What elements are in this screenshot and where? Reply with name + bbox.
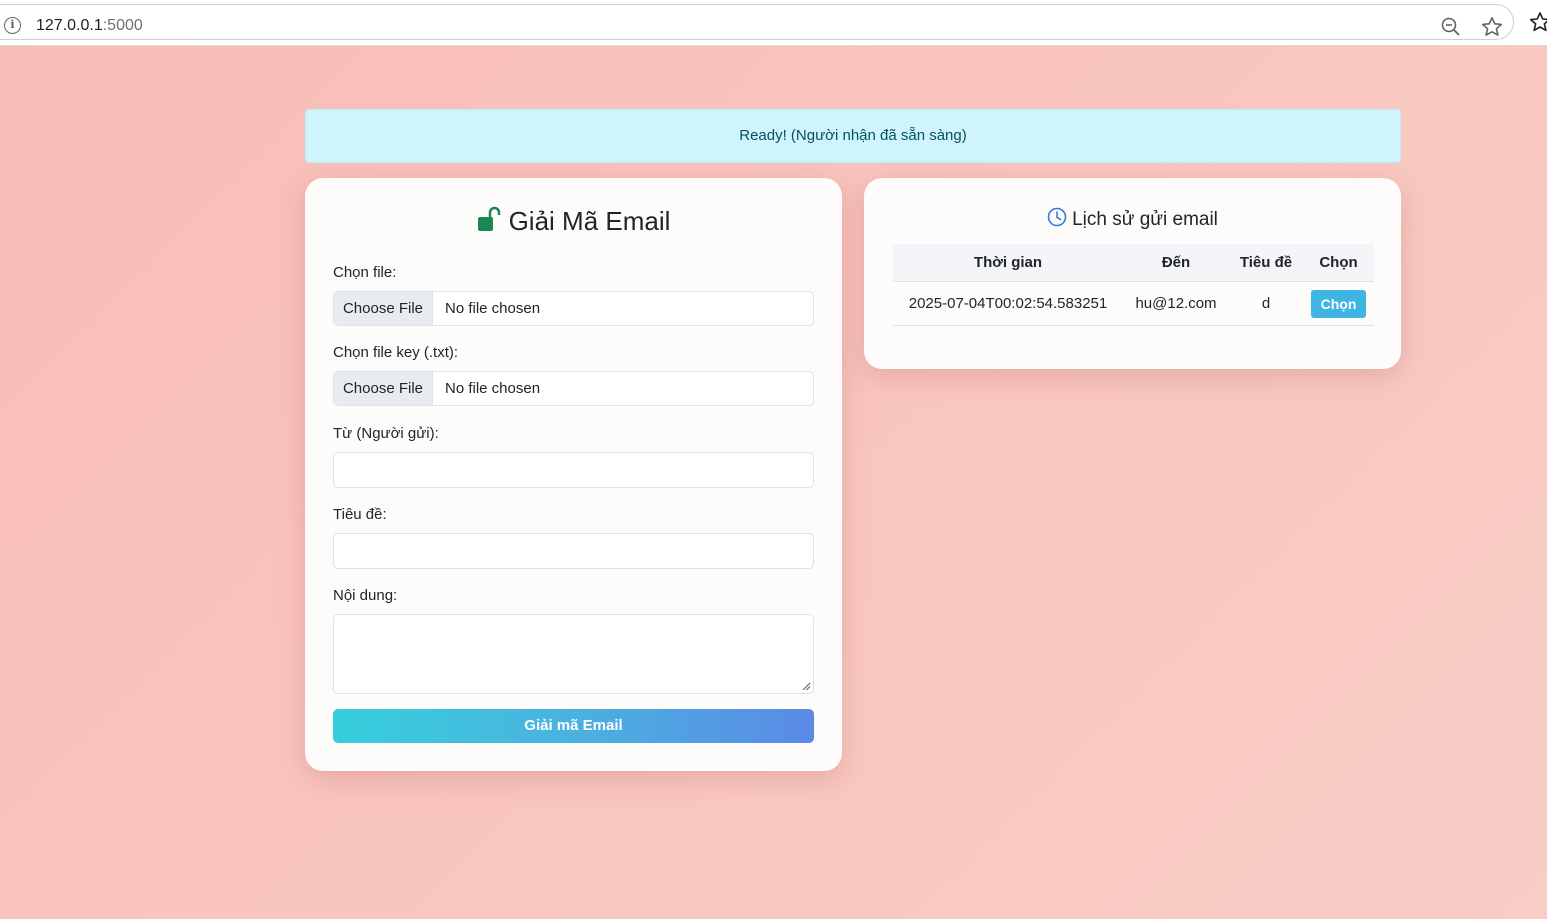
clock-icon	[1047, 207, 1067, 227]
subject-label: Tiêu đề:	[333, 506, 387, 523]
resize-handle-icon[interactable]	[802, 682, 811, 691]
zoom-out-icon[interactable]	[1440, 16, 1462, 38]
encrypted-file-input[interactable]: Choose File No file chosen	[333, 291, 814, 326]
choose-row-button[interactable]: Chọn	[1311, 290, 1366, 318]
file-label: Chọn file:	[333, 264, 397, 281]
choose-key-file-button[interactable]: Choose File	[334, 372, 433, 405]
row-subject: d	[1261, 295, 1271, 312]
history-title: Lịch sử gửi email	[864, 207, 1401, 231]
content-textarea[interactable]	[333, 614, 814, 694]
key-file-status: No file chosen	[445, 380, 541, 397]
subject-field[interactable]	[333, 533, 814, 569]
choose-file-button[interactable]: Choose File	[334, 292, 433, 325]
address-bar[interactable]: i 127.0.0.1:5000	[0, 4, 1514, 40]
info-icon[interactable]: i	[4, 17, 21, 34]
history-title-text: Lịch sử gửi email	[1072, 209, 1218, 230]
alert-message: Ready! (Người nhận đã sẵn sàng)	[739, 127, 967, 144]
bookmark-star-icon[interactable]	[1480, 15, 1504, 39]
file-status: No file chosen	[445, 300, 541, 317]
column-header-choose: Chọn	[1319, 254, 1358, 271]
url-text[interactable]: 127.0.0.1:5000	[36, 17, 143, 35]
from-label: Từ (Người gửi):	[333, 425, 439, 442]
content-label: Nội dung:	[333, 587, 398, 604]
table-row: 2025-07-04T00:02:54.583251 hu@12.com d C…	[893, 283, 1374, 326]
decode-title-text: Giải Mã Email	[508, 206, 671, 236]
unlock-icon	[477, 206, 500, 231]
key-file-label: Chọn file key (.txt):	[333, 344, 459, 361]
from-field[interactable]	[333, 452, 814, 488]
column-header-to: Đến	[1161, 254, 1191, 271]
history-table-header: Thời gian Đến Tiêu đề Chọn	[893, 244, 1374, 282]
row-to: hu@12.com	[1135, 295, 1217, 312]
favorites-icon[interactable]	[1530, 10, 1547, 34]
status-alert: Ready! (Người nhận đã sẵn sàng)	[305, 109, 1401, 163]
column-header-subject: Tiêu đề	[1239, 254, 1293, 271]
row-time: 2025-07-04T00:02:54.583251	[908, 295, 1108, 312]
decode-email-button[interactable]: Giải mã Email	[333, 709, 814, 743]
browser-toolbar: i 127.0.0.1:5000	[0, 0, 1547, 46]
decode-title: Giải Mã Email	[305, 205, 842, 237]
column-header-time: Thời gian	[973, 254, 1043, 271]
key-file-input[interactable]: Choose File No file chosen	[333, 371, 814, 406]
